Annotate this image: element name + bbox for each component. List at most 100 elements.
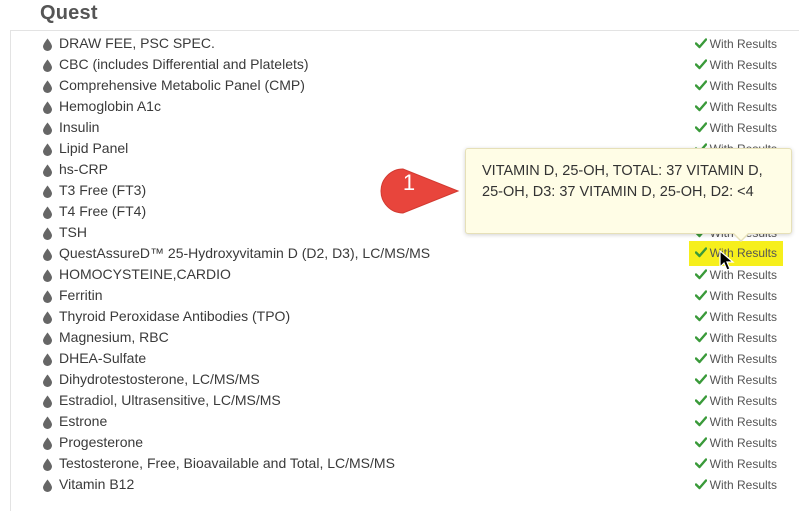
results-status-label: With Results xyxy=(709,100,777,114)
results-status-label: With Results xyxy=(709,457,777,471)
blood-drop-icon xyxy=(43,269,52,282)
test-name: Magnesium, RBC xyxy=(59,329,169,345)
check-icon xyxy=(694,80,707,91)
test-name: QuestAssureD™ 25-Hydroxyvitamin D (D2, D… xyxy=(59,245,431,261)
test-name: DRAW FEE, PSC SPEC. xyxy=(59,35,215,51)
test-name: Thyroid Peroxidase Antibodies (TPO) xyxy=(59,308,291,324)
results-status-label: With Results xyxy=(709,331,777,345)
blood-drop-icon xyxy=(43,248,52,261)
test-name: Vitamin B12 xyxy=(59,476,135,492)
blood-drop-icon xyxy=(43,416,52,429)
results-status-label: With Results xyxy=(709,310,777,324)
test-row: HOMOCYSTEINE,CARDIO With Results xyxy=(40,265,785,286)
check-icon xyxy=(694,311,707,322)
blood-drop-icon xyxy=(43,122,52,135)
results-status-label: With Results xyxy=(709,289,777,303)
results-status[interactable]: With Results xyxy=(693,415,779,429)
results-status[interactable]: With Results xyxy=(693,331,779,345)
test-row: DHEA-Sulfate With Results xyxy=(40,349,785,370)
blood-drop-icon xyxy=(43,101,52,114)
results-status-label: With Results xyxy=(709,394,777,408)
results-status[interactable]: With Results xyxy=(693,121,779,135)
blood-drop-icon xyxy=(43,395,52,408)
test-row: Magnesium, RBC With Results xyxy=(40,328,785,349)
check-icon xyxy=(694,458,707,469)
check-icon xyxy=(694,101,707,112)
blood-drop-icon xyxy=(43,206,52,219)
results-status[interactable]: With Results xyxy=(693,310,779,324)
results-status[interactable]: With Results xyxy=(693,268,779,282)
mouse-cursor-icon xyxy=(719,250,735,271)
results-status-label: With Results xyxy=(709,58,777,72)
test-row: Progesterone With Results xyxy=(40,433,785,454)
test-name: Comprehensive Metabolic Panel (CMP) xyxy=(59,77,305,93)
test-row: Comprehensive Metabolic Panel (CMP) With … xyxy=(40,76,785,97)
results-status-label: With Results xyxy=(709,121,777,135)
test-row: Ferritin With Results xyxy=(40,286,785,307)
test-name: Estradiol, Ultrasensitive, LC/MS/MS xyxy=(59,392,281,408)
results-status-label: With Results xyxy=(709,436,777,450)
test-name: TSH xyxy=(59,224,87,240)
results-tooltip: VITAMIN D, 25-OH, TOTAL: 37 VITAMIN D, 2… xyxy=(465,148,792,234)
blood-drop-icon xyxy=(43,227,52,240)
check-icon xyxy=(694,290,707,301)
results-status[interactable]: With Results xyxy=(693,79,779,93)
results-status[interactable]: With Results xyxy=(693,100,779,114)
results-status[interactable]: With Results xyxy=(693,58,779,72)
test-name: T3 Free (FT3) xyxy=(59,182,147,198)
section-title: Quest xyxy=(40,2,98,24)
results-status[interactable]: With Results xyxy=(688,241,783,266)
check-icon xyxy=(694,247,707,258)
test-row: Dihydrotestosterone, LC/MS/MS With Result… xyxy=(40,370,785,391)
results-status[interactable]: With Results xyxy=(693,478,779,492)
test-name: DHEA-Sulfate xyxy=(59,350,147,366)
test-row: Thyroid Peroxidase Antibodies (TPO) With … xyxy=(40,307,785,328)
test-name: Hemoglobin A1c xyxy=(59,98,161,114)
check-icon xyxy=(694,374,707,385)
results-status[interactable]: With Results xyxy=(693,394,779,408)
results-status-label: With Results xyxy=(709,478,777,492)
test-row: Estradiol, Ultrasensitive, LC/MS/MS With … xyxy=(40,391,785,412)
check-icon xyxy=(694,332,707,343)
test-name: HOMOCYSTEINE,CARDIO xyxy=(59,266,231,282)
blood-drop-icon xyxy=(43,290,52,303)
blood-drop-icon xyxy=(43,80,52,93)
check-icon xyxy=(694,122,707,133)
test-name: hs-CRP xyxy=(59,161,109,177)
test-row: DRAW FEE, PSC SPEC. With Results xyxy=(40,34,785,55)
check-icon xyxy=(694,59,707,70)
callout-number: 1 xyxy=(402,170,416,195)
results-status[interactable]: With Results xyxy=(693,436,779,450)
test-row: CBC (includes Differential and Platelets… xyxy=(40,55,785,76)
check-icon xyxy=(694,269,707,280)
check-icon xyxy=(694,416,707,427)
test-name: Dihydrotestosterone, LC/MS/MS xyxy=(59,371,260,387)
tooltip-arrow-inner xyxy=(733,232,749,240)
results-status[interactable]: With Results xyxy=(693,37,779,51)
tooltip-text: VITAMIN D, 25-OH, TOTAL: 37 VITAMIN D, 2… xyxy=(482,163,763,200)
blood-drop-icon xyxy=(43,143,52,156)
check-icon xyxy=(694,437,707,448)
check-icon xyxy=(694,38,707,49)
test-name: Estrone xyxy=(59,413,108,429)
test-name: CBC (includes Differential and Platelets… xyxy=(59,56,309,72)
results-status[interactable]: With Results xyxy=(693,289,779,303)
check-icon xyxy=(694,353,707,364)
test-row: Insulin With Results xyxy=(40,118,785,139)
results-status[interactable]: With Results xyxy=(693,373,779,387)
test-row: Vitamin B12 With Results xyxy=(40,475,785,496)
blood-drop-icon xyxy=(43,185,52,198)
test-row: Hemoglobin A1c With Results xyxy=(40,97,785,118)
results-status-label: With Results xyxy=(709,79,777,93)
blood-drop-icon xyxy=(43,479,52,492)
results-status[interactable]: With Results xyxy=(693,457,779,471)
results-status[interactable]: With Results xyxy=(693,352,779,366)
check-icon xyxy=(694,395,707,406)
test-row: QuestAssureD™ 25-Hydroxyvitamin D (D2, D… xyxy=(40,241,785,266)
test-list: DRAW FEE, PSC SPEC. With Results CBC (incl… xyxy=(40,34,785,496)
blood-drop-icon xyxy=(43,164,52,177)
test-name: Progesterone xyxy=(59,434,144,450)
results-status-label: With Results xyxy=(709,352,777,366)
check-icon xyxy=(694,479,707,490)
test-row: Testosterone, Free, Bioavailable and Tot… xyxy=(40,454,785,475)
